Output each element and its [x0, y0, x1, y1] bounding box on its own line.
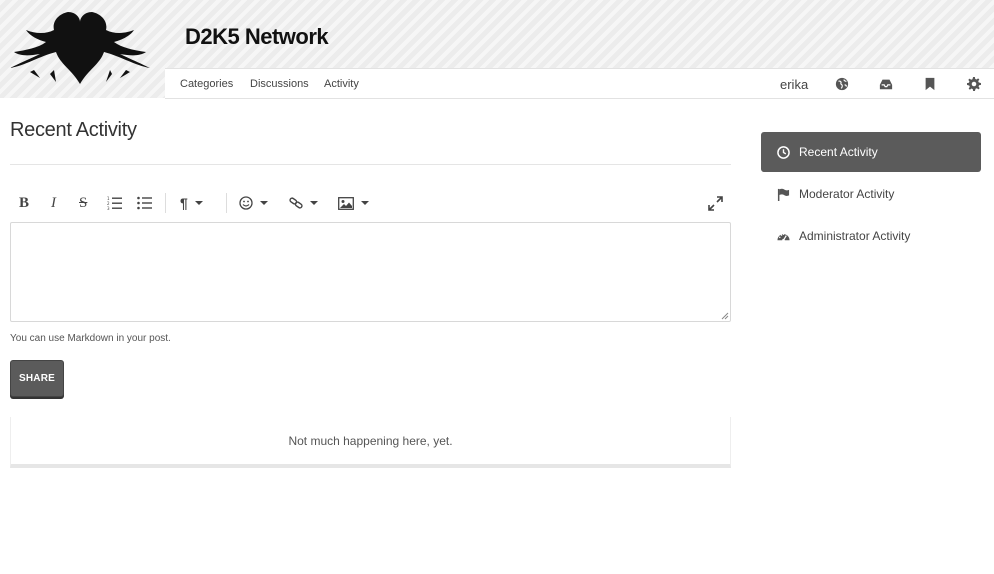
fullscreen-icon[interactable]: [708, 194, 723, 212]
nav-discussions[interactable]: Discussions: [250, 78, 309, 90]
share-button[interactable]: SHARE: [10, 360, 64, 397]
bullet-list-icon[interactable]: [137, 194, 152, 212]
link-icon[interactable]: [289, 194, 318, 212]
nav-activity[interactable]: Activity: [324, 78, 359, 90]
winged-heart-logo[interactable]: [10, 12, 150, 84]
sidebar-item-recent-activity[interactable]: Recent Activity: [761, 132, 981, 172]
bookmark-icon[interactable]: [923, 77, 937, 91]
italic-icon[interactable]: I: [51, 194, 56, 212]
editor-toolbar: B I S 123 ¶: [10, 188, 731, 218]
dashboard-icon: [776, 229, 790, 243]
toolbar-divider: [165, 193, 166, 213]
markdown-hint: You can use Markdown in your post.: [10, 333, 171, 344]
chevron-down-icon: [310, 201, 318, 205]
inbox-icon[interactable]: [879, 77, 893, 91]
empty-message: Not much happening here, yet.: [288, 433, 453, 448]
clock-icon: [776, 145, 790, 159]
sidebar-item-administrator-activity[interactable]: Administrator Activity: [761, 216, 981, 256]
sidebar-item-moderator-activity[interactable]: Moderator Activity: [761, 174, 981, 214]
bold-icon[interactable]: B: [19, 194, 29, 212]
paragraph-icon[interactable]: ¶: [180, 194, 203, 212]
page-title: Recent Activity: [10, 119, 137, 141]
sidebar-item-label: Administrator Activity: [799, 229, 911, 243]
post-editor[interactable]: [10, 222, 731, 322]
sidebar-item-label: Recent Activity: [799, 145, 878, 159]
resize-handle-icon[interactable]: [719, 310, 729, 320]
ordered-list-icon[interactable]: 123: [107, 194, 122, 212]
image-icon[interactable]: [338, 194, 369, 212]
sidebar-item-label: Moderator Activity: [799, 187, 895, 201]
svg-text:3: 3: [107, 206, 110, 210]
toolbar-divider: [226, 193, 227, 213]
activity-empty-state: Not much happening here, yet.: [10, 417, 731, 468]
chevron-down-icon: [194, 201, 203, 205]
title-divider: [10, 164, 731, 165]
gear-icon[interactable]: [967, 77, 981, 91]
nav-categories[interactable]: Categories: [180, 78, 233, 90]
paragraph-glyph: ¶: [180, 195, 188, 211]
chevron-down-icon: [260, 201, 268, 205]
strikethrough-icon[interactable]: S: [79, 194, 87, 212]
flag-icon: [776, 187, 790, 201]
chevron-down-icon: [361, 201, 369, 205]
emoji-icon[interactable]: [239, 194, 268, 212]
top-navbar: Categories Discussions Activity erika: [165, 68, 994, 99]
globe-icon[interactable]: [835, 77, 849, 91]
username-link[interactable]: erika: [780, 77, 808, 92]
site-title[interactable]: D2K5 Network: [185, 24, 329, 50]
